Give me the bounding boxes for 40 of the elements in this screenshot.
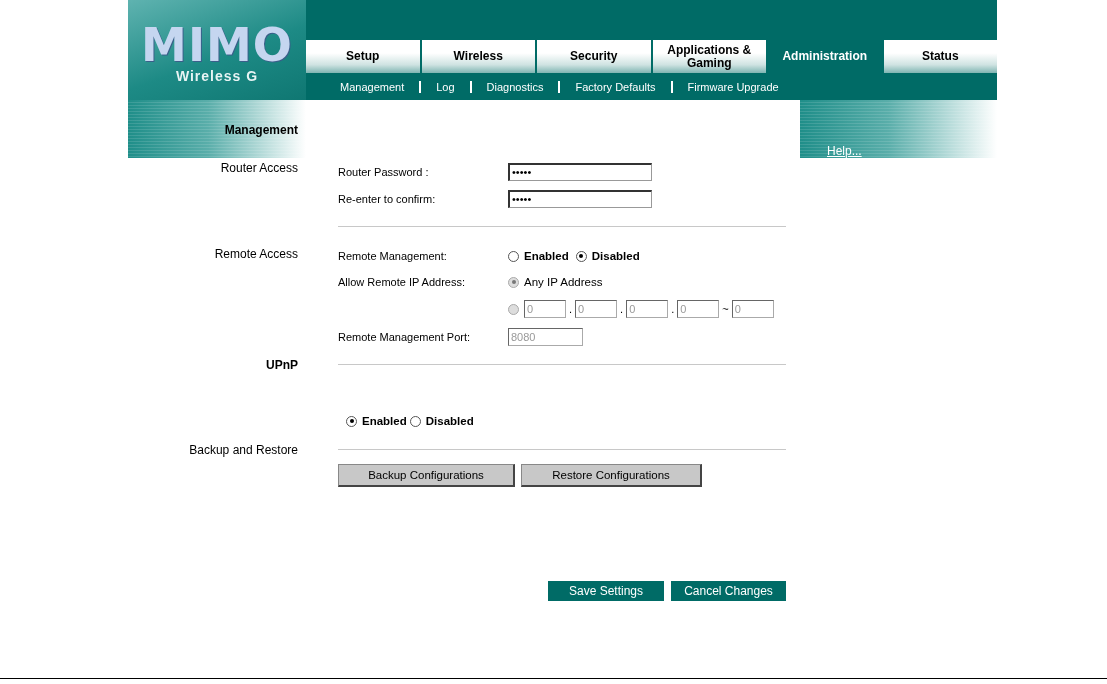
radio-label[interactable]: Disabled bbox=[591, 250, 640, 262]
radio-button[interactable] bbox=[409, 415, 421, 427]
backup-button[interactable]: Restore Configurations bbox=[521, 464, 702, 487]
nav-tab[interactable]: Status bbox=[883, 40, 997, 73]
section-label: Router Access bbox=[219, 160, 299, 177]
subnav-link[interactable]: Management bbox=[340, 80, 420, 93]
nav-tab[interactable]: Wireless bbox=[421, 40, 535, 73]
radio-label[interactable]: Disabled bbox=[425, 415, 474, 427]
radio-label[interactable]: Enabled bbox=[362, 415, 407, 427]
backup-button[interactable]: Backup Configurations bbox=[338, 464, 515, 487]
logo-title: MIMO bbox=[141, 22, 293, 68]
nav-tab[interactable]: Security bbox=[537, 40, 651, 73]
radio-button[interactable] bbox=[346, 415, 357, 427]
field-label: Re-enter to confirm: bbox=[338, 192, 437, 205]
field-label: Remote Management Port: bbox=[338, 331, 472, 343]
subnav-link[interactable]: Log bbox=[421, 80, 470, 93]
action-button[interactable]: Cancel Changes bbox=[671, 581, 786, 601]
subnav-link[interactable]: Firmware Upgrade bbox=[672, 80, 794, 93]
subnav-link[interactable]: Diagnostics bbox=[471, 80, 559, 93]
separator: . bbox=[620, 303, 624, 315]
section-label: Backup and Restore bbox=[188, 442, 299, 459]
subnav-link[interactable]: Factory Defaults bbox=[560, 80, 671, 93]
separator: ~ bbox=[722, 303, 729, 315]
separator: . bbox=[569, 303, 573, 315]
radio-button[interactable] bbox=[575, 250, 587, 262]
nav-tab[interactable]: Setup bbox=[306, 40, 420, 73]
separator: . bbox=[671, 303, 675, 315]
section-label: Remote Access bbox=[213, 246, 299, 263]
field-label: Router Password : bbox=[338, 165, 430, 178]
logo-subtitle: Wireless G bbox=[175, 68, 259, 84]
section-heading: UPnP bbox=[265, 357, 299, 374]
action-button[interactable]: Save Settings bbox=[548, 581, 664, 601]
radio-label[interactable]: Enabled bbox=[524, 250, 569, 262]
radio-button[interactable] bbox=[508, 250, 519, 262]
section-heading: Management bbox=[223, 122, 299, 139]
field-label: Allow Remote IP Address: bbox=[338, 276, 466, 288]
nav-tab[interactable]: Applications & Gaming bbox=[652, 40, 766, 73]
password-field[interactable]: ••••• bbox=[508, 162, 652, 181]
field-label: Remote Management: bbox=[338, 250, 448, 262]
password-field[interactable]: ••••• bbox=[508, 189, 652, 208]
